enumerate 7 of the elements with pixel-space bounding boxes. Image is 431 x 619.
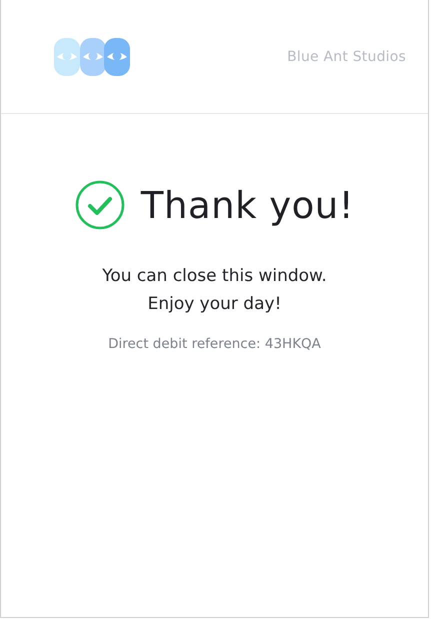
company-name: Blue Ant Studios bbox=[287, 48, 406, 64]
message-text: Enjoy your day! bbox=[148, 293, 282, 316]
reference-text: Direct debit reference: 43HKQA bbox=[108, 336, 321, 352]
check-circle-icon bbox=[74, 180, 125, 230]
message-text: You can close this window. bbox=[102, 265, 327, 288]
thank-you-title: Thank you! bbox=[140, 184, 354, 226]
logo-icon bbox=[54, 38, 130, 76]
